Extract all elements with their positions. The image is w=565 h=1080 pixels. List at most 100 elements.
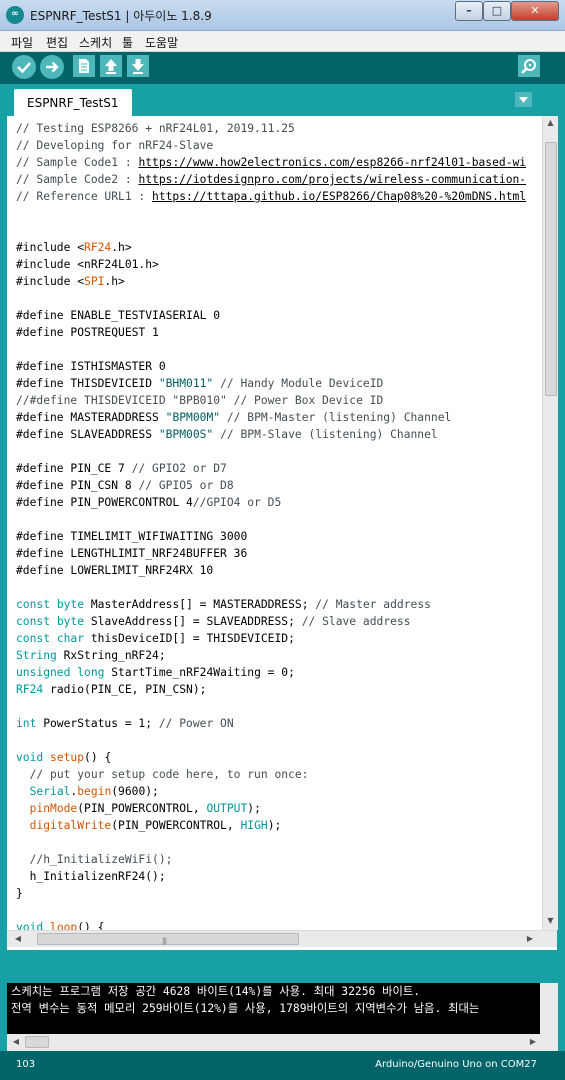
code-line[interactable]: const byte MasterAddress[] = MASTERADDRE…	[16, 596, 540, 613]
check-icon	[17, 62, 31, 74]
verify-button[interactable]	[12, 55, 36, 79]
code-line[interactable]: #define PIN_CSN 8 // GPIO5 or D8	[16, 477, 540, 494]
code-line[interactable]: #define SLAVEADDRESS "BPM00S" // BPM-Sla…	[16, 426, 540, 443]
console-horizontal-scrollbar[interactable]: ◀ ▶	[7, 1034, 558, 1051]
code-line[interactable]	[16, 341, 540, 358]
code-line[interactable]: //#define THISDEVICEID "BPB010" // Power…	[16, 392, 540, 409]
console-line: 스케치는 프로그램 저장 공간 4628 바이트(14%)를 사용. 최대 32…	[11, 985, 421, 998]
code-line[interactable]	[16, 698, 540, 715]
console-output: 스케치는 프로그램 저장 공간 4628 바이트(14%)를 사용. 최대 32…	[7, 983, 540, 1034]
menu-bar: 파일 편집 스케치 툴 도움말	[0, 31, 565, 52]
window-title: ESPNRF_TestS1 | 아두이노 1.8.9	[30, 9, 212, 23]
code-line[interactable]	[16, 205, 540, 222]
open-button[interactable]	[100, 55, 122, 77]
code-line[interactable]: const byte SlaveAddress[] = SLAVEADDRESS…	[16, 613, 540, 630]
maximize-button[interactable]: □	[483, 1, 511, 21]
code-line[interactable]	[16, 290, 540, 307]
status-bar: 103 Arduino/Genuino Uno on COM27	[0, 1051, 565, 1080]
tab-espnrf-tests1[interactable]: ESPNRF_TestS1	[14, 89, 132, 117]
serial-monitor-button[interactable]	[518, 55, 540, 77]
code-line[interactable]: #define PIN_POWERCONTROL 4//GPIO4 or D5	[16, 494, 540, 511]
code-line[interactable]	[16, 834, 540, 851]
code-line[interactable]	[16, 222, 540, 239]
code-line[interactable]: #define THISDEVICEID "BHM011" // Handy M…	[16, 375, 540, 392]
scroll-down-icon[interactable]: ▼	[543, 914, 558, 928]
code-line[interactable]	[16, 511, 540, 528]
code-line[interactable]: #define TIMELIMIT_WIFIWAITING 3000	[16, 528, 540, 545]
code-line[interactable]: #include <nRF24L01.h>	[16, 256, 540, 273]
tab-strip: ESPNRF_TestS1	[0, 84, 565, 117]
code-line[interactable]: unsigned long StartTime_nRF24Waiting = 0…	[16, 664, 540, 681]
code-line[interactable]: #define ENABLE_TESTVIASERIAL 0	[16, 307, 540, 324]
code-editor[interactable]: // Testing ESP8266 + nRF24L01, 2019.11.2…	[7, 116, 558, 950]
scroll-left-icon[interactable]: ◀	[12, 932, 24, 946]
code-line[interactable]: const char thisDeviceID[] = THISDEVICEID…	[16, 630, 540, 647]
menu-tools[interactable]: 툴	[122, 34, 133, 51]
code-line[interactable]: // Sample Code2 : https://iotdesignpro.c…	[16, 171, 540, 188]
vertical-scrollbar[interactable]: ▲ ▼	[542, 116, 558, 930]
code-line[interactable]	[16, 579, 540, 596]
code-line[interactable]: }	[16, 885, 540, 902]
code-line[interactable]	[16, 443, 540, 460]
code-line[interactable]: #define PIN_CE 7 // GPIO2 or D7	[16, 460, 540, 477]
code-line[interactable]: h_InitializenRF24();	[16, 868, 540, 885]
menu-file[interactable]: 파일	[11, 34, 33, 51]
console-line: 전역 변수는 동적 메모리 259바이트(12%)를 사용, 1789바이트의 …	[11, 1002, 480, 1015]
console-vertical-scrollbar[interactable]	[540, 983, 558, 1034]
code-line[interactable]: void loop() {	[16, 919, 540, 930]
console-header	[0, 950, 565, 983]
scroll-right-icon[interactable]: ▶	[527, 1035, 539, 1049]
title-bar: ∞ ESPNRF_TestS1 | 아두이노 1.8.9 – □ ✕	[0, 0, 565, 31]
code-line[interactable]: // Sample Code1 : https://www.how2electr…	[16, 154, 540, 171]
code-line[interactable]: #define LOWERLIMIT_NRF24RX 10	[16, 562, 540, 579]
code-line[interactable]: #include <RF24.h>	[16, 239, 540, 256]
code-line[interactable]: RF24 radio(PIN_CE, PIN_CSN);	[16, 681, 540, 698]
vertical-scroll-thumb[interactable]	[545, 142, 557, 396]
tab-label: ESPNRF_TestS1	[27, 96, 119, 110]
horizontal-scroll-thumb[interactable]: |||	[37, 933, 299, 945]
arrow-down-icon	[132, 59, 144, 74]
chevron-down-icon	[519, 97, 528, 103]
code-line[interactable]	[16, 732, 540, 749]
menu-sketch[interactable]: 스케치	[79, 34, 112, 51]
code-line[interactable]: // put your setup code here, to run once…	[16, 766, 540, 783]
code-area[interactable]: // Testing ESP8266 + nRF24L01, 2019.11.2…	[16, 120, 540, 930]
code-line[interactable]: Serial.begin(9600);	[16, 783, 540, 800]
maximize-icon: □	[491, 4, 503, 17]
code-line[interactable]: // Reference URL1 : https://tttapa.githu…	[16, 188, 540, 205]
tab-menu-button[interactable]	[515, 92, 532, 107]
code-line[interactable]: #include <SPI.h>	[16, 273, 540, 290]
scroll-left-icon[interactable]: ◀	[10, 1035, 22, 1049]
minimize-button[interactable]: –	[455, 1, 483, 21]
code-line[interactable]: int PowerStatus = 1; // Power ON	[16, 715, 540, 732]
code-line[interactable]: #define POSTREQUEST 1	[16, 324, 540, 341]
code-line[interactable]: void setup() {	[16, 749, 540, 766]
arrow-up-icon	[105, 59, 117, 74]
scroll-right-icon[interactable]: ▶	[524, 932, 536, 946]
arrow-right-icon	[46, 61, 59, 73]
code-line[interactable]: pinMode(PIN_POWERCONTROL, OUTPUT);	[16, 800, 540, 817]
code-line[interactable]: #define ISTHISMASTER 0	[16, 358, 540, 375]
horizontal-scrollbar[interactable]: ◀ ||| ▶	[7, 930, 557, 947]
code-line[interactable]: //h_InitializeWiFi();	[16, 851, 540, 868]
menu-help[interactable]: 도움말	[145, 34, 178, 51]
code-line[interactable]: digitalWrite(PIN_POWERCONTROL, HIGH);	[16, 817, 540, 834]
magnifier-icon	[521, 59, 536, 74]
code-line[interactable]: // Testing ESP8266 + nRF24L01, 2019.11.2…	[16, 120, 540, 137]
console-scroll-thumb[interactable]	[25, 1036, 49, 1048]
code-line[interactable]: String RxString_nRF24;	[16, 647, 540, 664]
board-info: Arduino/Genuino Uno on COM27	[375, 1059, 537, 1070]
code-line[interactable]: // Developing for nRF24-Slave	[16, 137, 540, 154]
upload-button[interactable]	[40, 55, 64, 79]
minimize-icon: –	[466, 4, 472, 17]
save-button[interactable]	[127, 55, 149, 77]
code-line[interactable]: #define MASTERADDRESS "BPM00M" // BPM-Ma…	[16, 409, 540, 426]
close-button[interactable]: ✕	[511, 1, 559, 21]
scroll-up-icon[interactable]: ▲	[543, 116, 558, 130]
code-line[interactable]: #define LENGTHLIMIT_NRF24BUFFER 36	[16, 545, 540, 562]
code-line[interactable]	[16, 902, 540, 919]
new-button[interactable]	[73, 55, 95, 77]
menu-edit[interactable]: 편집	[46, 34, 68, 51]
line-number: 103	[16, 1059, 36, 1070]
grip-icon: |||	[162, 937, 167, 945]
